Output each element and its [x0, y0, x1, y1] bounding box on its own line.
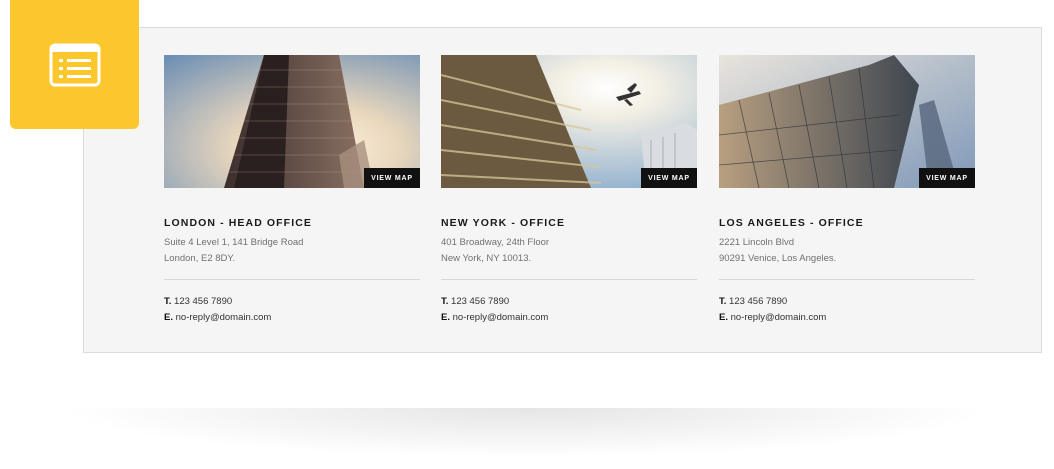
office-title: LOS ANGELES - OFFICE: [719, 217, 864, 229]
phone-row: T. 123 456 7890: [441, 294, 697, 310]
address-line-1: 2221 Lincoln Blvd: [719, 237, 794, 248]
phone-row: T. 123 456 7890: [164, 294, 420, 310]
phone-row: T. 123 456 7890: [719, 294, 975, 310]
office-card-los-angeles: VIEW MAP LOS ANGELES - OFFICE 2221 Linco…: [719, 55, 975, 326]
office-title: NEW YORK - OFFICE: [441, 217, 566, 229]
email-link[interactable]: no-reply@domain.com: [731, 312, 827, 323]
phone-value: 123 456 7890: [451, 296, 510, 307]
address-line-2: 90291 Venice, Los Angeles.: [719, 253, 837, 264]
phone-value: 123 456 7890: [729, 296, 788, 307]
office-contact: T. 123 456 7890 E. no-reply@domain.com: [719, 294, 975, 326]
office-address: 2221 Lincoln Blvd 90291 Venice, Los Ange…: [719, 235, 975, 267]
phone-label: T.: [441, 296, 449, 307]
view-map-button[interactable]: VIEW MAP: [641, 168, 697, 188]
email-label: E.: [441, 312, 450, 323]
divider: [164, 279, 420, 280]
divider: [719, 279, 975, 280]
email-row: E. no-reply@domain.com: [719, 310, 975, 326]
address-line-2: New York, NY 10013.: [441, 253, 532, 264]
address-line-2: London, E2 8DY.: [164, 253, 236, 264]
address-line-1: 401 Broadway, 24th Floor: [441, 237, 550, 248]
drop-shadow: [60, 408, 994, 458]
list-icon: [49, 43, 100, 86]
divider: [441, 279, 697, 280]
email-row: E. no-reply@domain.com: [164, 310, 420, 326]
address-line-1: Suite 4 Level 1, 141 Bridge Road: [164, 237, 304, 248]
office-contact: T. 123 456 7890 E. no-reply@domain.com: [164, 294, 420, 326]
email-row: E. no-reply@domain.com: [441, 310, 697, 326]
office-card-london: VIEW MAP LONDON - HEAD OFFICE Suite 4 Le…: [164, 55, 420, 326]
phone-label: T.: [164, 296, 172, 307]
email-label: E.: [164, 312, 173, 323]
office-photo-new-york: VIEW MAP: [441, 55, 697, 188]
office-photo-los-angeles: VIEW MAP: [719, 55, 975, 188]
offices-panel: VIEW MAP LONDON - HEAD OFFICE Suite 4 Le…: [83, 27, 1042, 353]
view-map-button[interactable]: VIEW MAP: [919, 168, 975, 188]
office-card-new-york: VIEW MAP NEW YORK - OFFICE 401 Broadway,…: [441, 55, 697, 326]
view-map-button[interactable]: VIEW MAP: [364, 168, 420, 188]
phone-label: T.: [719, 296, 727, 307]
office-address: Suite 4 Level 1, 141 Bridge Road London,…: [164, 235, 420, 267]
office-title: LONDON - HEAD OFFICE: [164, 217, 312, 229]
email-link[interactable]: no-reply@domain.com: [176, 312, 272, 323]
phone-value: 123 456 7890: [174, 296, 233, 307]
section-badge: [10, 0, 139, 129]
office-photo-london: VIEW MAP: [164, 55, 420, 188]
email-label: E.: [719, 312, 728, 323]
email-link[interactable]: no-reply@domain.com: [453, 312, 549, 323]
office-contact: T. 123 456 7890 E. no-reply@domain.com: [441, 294, 697, 326]
office-address: 401 Broadway, 24th Floor New York, NY 10…: [441, 235, 697, 267]
